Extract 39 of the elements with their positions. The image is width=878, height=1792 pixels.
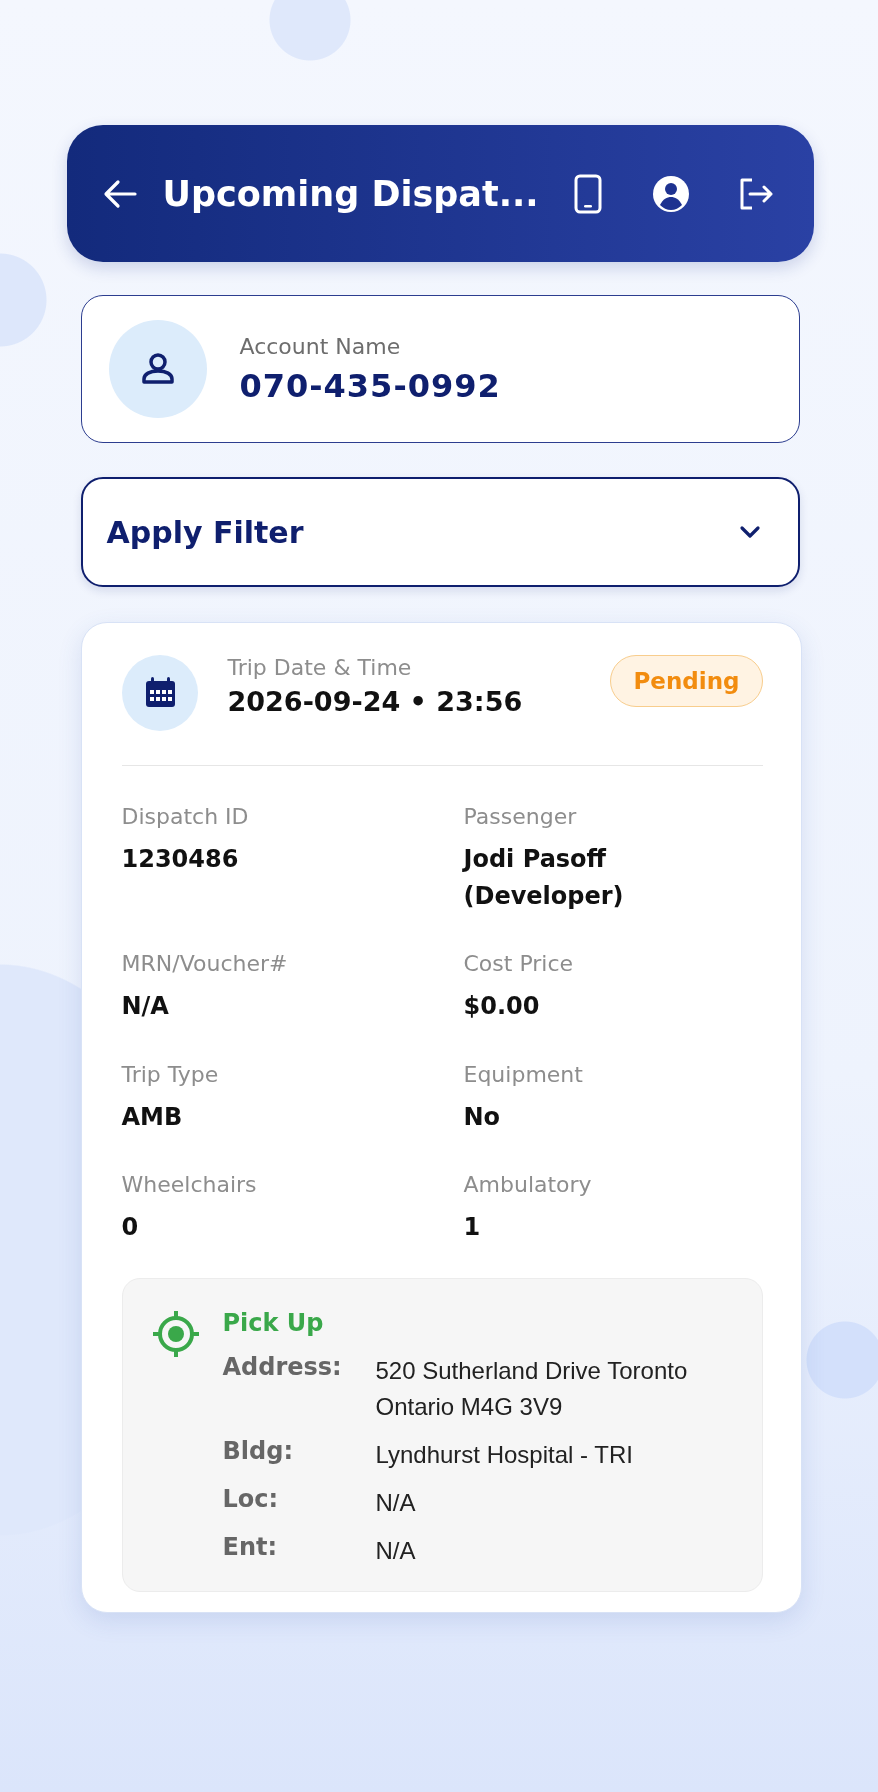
field-value: 1 bbox=[463, 1211, 482, 1243]
apply-filter-dropdown[interactable]: Apply Filter bbox=[80, 477, 800, 587]
account-label: Account Name bbox=[239, 333, 402, 359]
field-label: Equipment bbox=[463, 1061, 584, 1087]
field-label: Ambulatory bbox=[463, 1171, 593, 1197]
trip-date-value: 2026-09-24 • 23:56 bbox=[227, 686, 524, 717]
back-arrow-icon[interactable] bbox=[102, 178, 137, 209]
field-value: AMB bbox=[121, 1101, 184, 1133]
pickup-field-value: Lyndhurst Hospital - TRI bbox=[375, 1439, 634, 1470]
account-number: 070-435-0992 bbox=[239, 366, 501, 405]
user-profile-icon[interactable] bbox=[651, 174, 690, 213]
pickup-field-label: Bldg: bbox=[222, 1436, 294, 1467]
field-label: Cost Price bbox=[463, 951, 575, 977]
field-value: 0 bbox=[121, 1211, 140, 1243]
field-label: Dispatch ID bbox=[121, 804, 250, 829]
trip-date-label: Trip Date & Time bbox=[227, 655, 413, 680]
field-label: Passenger bbox=[463, 804, 578, 829]
pickup-title: Pick Up bbox=[222, 1308, 325, 1337]
pickup-field-label: Ent: bbox=[222, 1532, 279, 1563]
phone-icon[interactable] bbox=[573, 173, 602, 214]
pickup-field-label: Address: bbox=[222, 1352, 343, 1383]
field-value: Jodi Pasoff (Developer) bbox=[463, 844, 625, 913]
field-value: N/A bbox=[121, 991, 170, 1023]
pickup-field-value: N/A bbox=[375, 1535, 417, 1566]
field-value: $0.00 bbox=[463, 991, 541, 1023]
field-label: Wheelchairs bbox=[121, 1171, 258, 1197]
field-label: MRN/Voucher# bbox=[121, 951, 289, 977]
chevron-icon bbox=[738, 525, 761, 539]
pickup-field-label: Loc: bbox=[222, 1484, 280, 1515]
pickup-field-value: N/A bbox=[375, 1487, 417, 1518]
calendar-icon bbox=[121, 655, 198, 731]
field-value: 1230486 bbox=[121, 844, 240, 875]
field-value: No bbox=[463, 1101, 502, 1133]
person-icon bbox=[108, 320, 207, 418]
pickup-field-value: 520 Sutherland Drive Toronto Ontario M4G 3V9 bbox=[375, 1355, 689, 1422]
status-badge: Pending bbox=[610, 655, 763, 707]
page-title: Upcoming Dispat... bbox=[162, 173, 540, 214]
target-icon bbox=[150, 1308, 201, 1359]
field-label: Trip Type bbox=[121, 1061, 220, 1087]
